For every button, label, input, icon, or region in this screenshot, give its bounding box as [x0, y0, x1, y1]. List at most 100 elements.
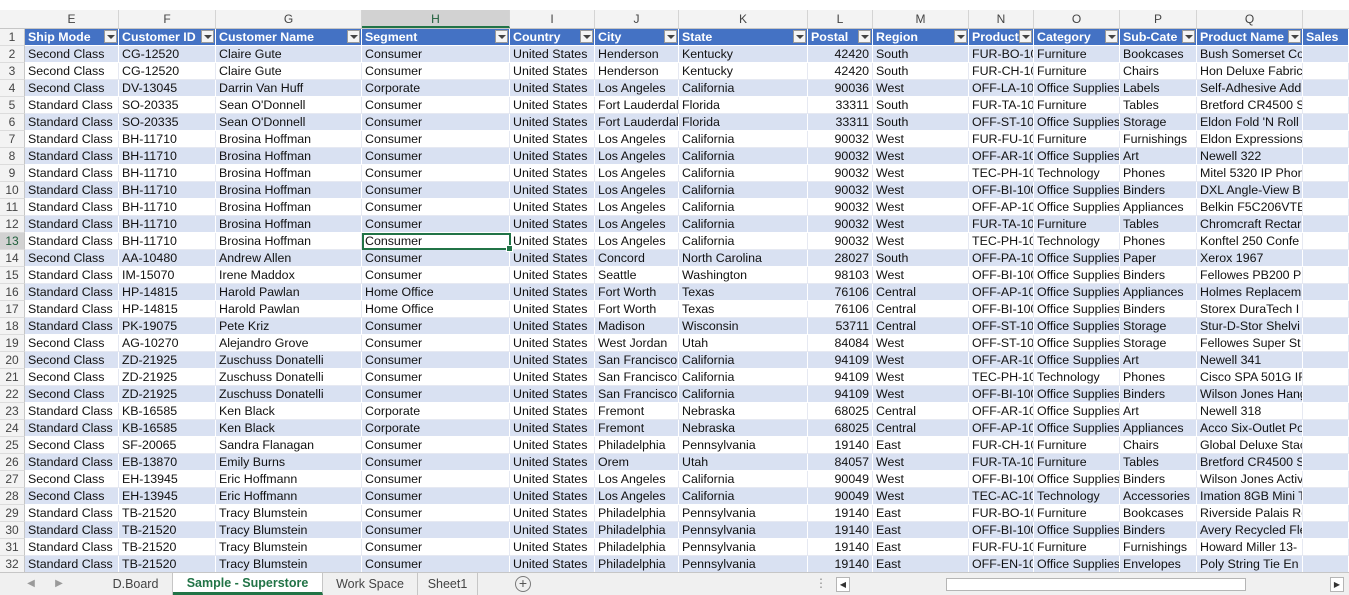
data-cell[interactable]: Standard Class: [25, 454, 119, 471]
data-cell[interactable]: West: [873, 182, 969, 199]
data-cell[interactable]: San Francisco: [595, 352, 679, 369]
data-cell[interactable]: AA-10480: [119, 250, 216, 267]
data-cell[interactable]: BH-11710: [119, 199, 216, 216]
row-number[interactable]: 8: [0, 148, 25, 165]
data-cell[interactable]: Irene Maddox: [216, 267, 362, 284]
data-cell[interactable]: Binders: [1120, 522, 1197, 539]
header-cell[interactable]: Customer ID: [119, 29, 216, 46]
row-number[interactable]: 1: [0, 29, 25, 46]
data-cell[interactable]: Technology: [1034, 369, 1120, 386]
data-cell[interactable]: OFF-AR-10: [969, 352, 1034, 369]
data-cell[interactable]: Standard Class: [25, 216, 119, 233]
header-cell[interactable]: Ship Mode: [25, 29, 119, 46]
data-cell[interactable]: Brosina Hoffman: [216, 216, 362, 233]
data-cell[interactable]: United States: [510, 165, 595, 182]
row-number[interactable]: 4: [0, 80, 25, 97]
row-number[interactable]: 12: [0, 216, 25, 233]
data-cell[interactable]: TB-21520: [119, 505, 216, 522]
data-cell[interactable]: Appliances: [1120, 284, 1197, 301]
data-cell[interactable]: Brosina Hoffman: [216, 131, 362, 148]
data-cell[interactable]: Consumer: [362, 165, 510, 182]
data-cell[interactable]: Acco Six-Outlet Po: [1197, 420, 1303, 437]
data-cell[interactable]: South: [873, 63, 969, 80]
data-cell[interactable]: Newell 341: [1197, 352, 1303, 369]
data-cell[interactable]: Tracy Blumstein: [216, 522, 362, 539]
data-cell[interactable]: Philadelphia: [595, 556, 679, 572]
data-cell[interactable]: OFF-AR-10: [969, 403, 1034, 420]
data-cell[interactable]: California: [679, 352, 808, 369]
data-cell[interactable]: Fort Lauderdale: [595, 97, 679, 114]
row-number[interactable]: 19: [0, 335, 25, 352]
column-header-o[interactable]: O: [1034, 10, 1120, 28]
header-cell[interactable]: Product Name: [1197, 29, 1303, 46]
header-cell[interactable]: Customer Name: [216, 29, 362, 46]
data-cell[interactable]: 90032: [808, 148, 873, 165]
sheet-tab-work-space[interactable]: Work Space: [323, 573, 418, 595]
data-cell[interactable]: OFF-BI-100: [969, 267, 1034, 284]
data-cell[interactable]: United States: [510, 148, 595, 165]
data-cell[interactable]: United States: [510, 369, 595, 386]
data-cell[interactable]: United States: [510, 250, 595, 267]
data-cell[interactable]: [1303, 505, 1349, 522]
data-cell[interactable]: FUR-TA-10: [969, 454, 1034, 471]
sheet-tab-d-board[interactable]: D.Board: [99, 573, 173, 595]
data-cell[interactable]: West Jordan: [595, 335, 679, 352]
data-cell[interactable]: Eldon Fold 'N Roll: [1197, 114, 1303, 131]
data-cell[interactable]: Home Office: [362, 301, 510, 318]
data-cell[interactable]: Pennsylvania: [679, 556, 808, 572]
data-cell[interactable]: 90049: [808, 488, 873, 505]
data-cell[interactable]: Office Supplies: [1034, 199, 1120, 216]
data-cell[interactable]: Second Class: [25, 250, 119, 267]
data-cell[interactable]: Office Supplies: [1034, 250, 1120, 267]
data-cell[interactable]: United States: [510, 284, 595, 301]
data-cell[interactable]: Central: [873, 284, 969, 301]
data-cell[interactable]: Consumer: [362, 250, 510, 267]
data-cell[interactable]: [1303, 539, 1349, 556]
data-cell[interactable]: United States: [510, 454, 595, 471]
data-cell[interactable]: Furniture: [1034, 539, 1120, 556]
data-cell[interactable]: California: [679, 165, 808, 182]
row-number[interactable]: 24: [0, 420, 25, 437]
data-cell[interactable]: 90049: [808, 471, 873, 488]
data-cell[interactable]: Furniture: [1034, 63, 1120, 80]
data-cell[interactable]: FUR-CH-10: [969, 437, 1034, 454]
data-cell[interactable]: California: [679, 80, 808, 97]
data-cell[interactable]: San Francisco: [595, 369, 679, 386]
column-header-i[interactable]: I: [510, 10, 595, 28]
row-number[interactable]: 18: [0, 318, 25, 335]
data-cell[interactable]: FUR-FU-10: [969, 131, 1034, 148]
data-cell[interactable]: Consumer: [362, 437, 510, 454]
data-cell[interactable]: OFF-LA-10: [969, 80, 1034, 97]
data-cell[interactable]: Art: [1120, 352, 1197, 369]
data-cell[interactable]: KB-16585: [119, 420, 216, 437]
plus-circle-icon[interactable]: +: [515, 576, 531, 592]
data-cell[interactable]: TEC-PH-10: [969, 165, 1034, 182]
data-cell[interactable]: 90032: [808, 233, 873, 250]
data-cell[interactable]: Pennsylvania: [679, 522, 808, 539]
data-cell[interactable]: Office Supplies: [1034, 80, 1120, 97]
data-cell[interactable]: Consumer: [362, 46, 510, 63]
data-cell[interactable]: Pennsylvania: [679, 505, 808, 522]
data-cell[interactable]: [1303, 46, 1349, 63]
data-cell[interactable]: Brosina Hoffman: [216, 199, 362, 216]
data-cell[interactable]: Consumer: [362, 386, 510, 403]
data-cell[interactable]: Standard Class: [25, 131, 119, 148]
data-cell[interactable]: Office Supplies: [1034, 182, 1120, 199]
data-cell[interactable]: Brosina Hoffman: [216, 165, 362, 182]
data-cell[interactable]: United States: [510, 386, 595, 403]
data-cell[interactable]: Bookcases: [1120, 505, 1197, 522]
data-cell[interactable]: IM-15070: [119, 267, 216, 284]
data-cell[interactable]: United States: [510, 471, 595, 488]
header-cell[interactable]: Segment: [362, 29, 510, 46]
column-header-e[interactable]: E: [25, 10, 119, 28]
data-cell[interactable]: Appliances: [1120, 420, 1197, 437]
data-cell[interactable]: Los Angeles: [595, 488, 679, 505]
data-cell[interactable]: Office Supplies: [1034, 335, 1120, 352]
data-cell[interactable]: FUR-BO-10: [969, 505, 1034, 522]
data-cell[interactable]: FUR-BO-10: [969, 46, 1034, 63]
data-cell[interactable]: United States: [510, 131, 595, 148]
data-cell[interactable]: Consumer: [362, 352, 510, 369]
data-cell[interactable]: Sean O'Donnell: [216, 114, 362, 131]
data-cell[interactable]: West: [873, 148, 969, 165]
data-cell[interactable]: 90032: [808, 131, 873, 148]
